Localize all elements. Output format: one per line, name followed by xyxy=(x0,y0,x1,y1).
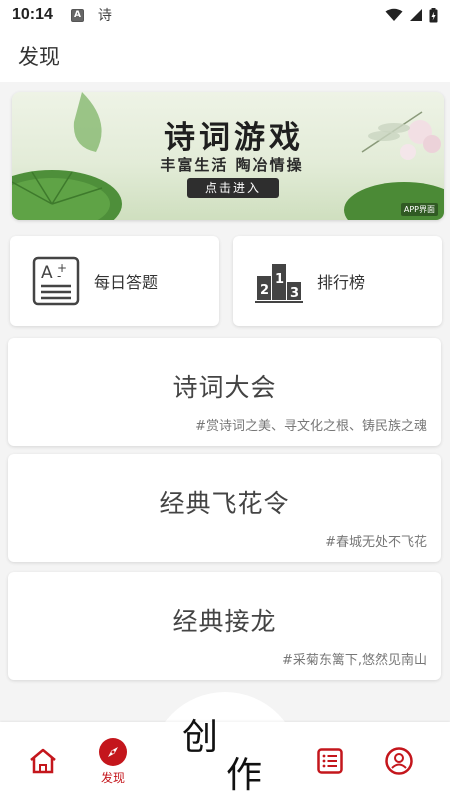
notification-poem-icon: 诗 xyxy=(97,8,112,24)
create-char-2: 作 xyxy=(226,755,263,796)
leaderboard-label: 排行榜 xyxy=(317,273,366,292)
status-time: 10:14 xyxy=(12,6,53,23)
page-title: 发现 xyxy=(18,45,60,69)
svg-text:1: 1 xyxy=(275,272,284,287)
create-char-1: 创 xyxy=(182,717,219,758)
profile-icon xyxy=(385,747,413,775)
svg-text:3: 3 xyxy=(290,286,299,301)
status-bar: 10:14 A 诗 xyxy=(0,0,450,30)
nav-home[interactable] xyxy=(13,722,73,800)
poem-relay-card[interactable]: 经典接龙 #采菊东篱下,悠然见南山 xyxy=(8,572,441,680)
card-tag: #采菊东篱下,悠然见南山 xyxy=(281,653,427,668)
quiz-icon: A + - xyxy=(32,256,80,306)
card-tag: #春城无处不飞花 xyxy=(325,535,427,550)
create-button[interactable]: 创 作 xyxy=(180,708,270,796)
svg-text:A: A xyxy=(41,263,53,283)
svg-text:-: - xyxy=(57,269,61,283)
daily-quiz-label: 每日答题 xyxy=(94,273,159,292)
flying-flower-card[interactable]: 经典飞花令 #春城无处不飞花 xyxy=(8,454,441,562)
banner-subtitle: 丰富生活 陶冶情操 xyxy=(160,156,304,174)
banner-title: 诗词游戏 xyxy=(164,120,304,156)
nav-discover[interactable]: 发现 xyxy=(83,722,143,800)
battery-icon xyxy=(429,7,438,22)
podium-icon: 2 1 3 xyxy=(255,264,303,303)
banner-tag: APP界面 xyxy=(400,203,438,216)
card-tag: #赏诗词之美、寻文化之根、铸民族之魂 xyxy=(195,419,427,434)
nav-list[interactable] xyxy=(300,722,360,800)
compass-icon xyxy=(99,737,127,766)
card-title: 经典飞花令 xyxy=(159,489,290,518)
nav-discover-label: 发现 xyxy=(100,770,125,785)
home-icon xyxy=(30,748,56,774)
svg-text:2: 2 xyxy=(260,283,269,298)
card-title: 经典接龙 xyxy=(172,607,277,636)
signal-icon xyxy=(410,9,422,21)
top-bar: 发现 xyxy=(0,30,450,82)
list-icon xyxy=(317,748,343,774)
poetry-game-banner[interactable]: 诗词游戏 丰富生活 陶冶情操 点击进入 APP界面 xyxy=(12,92,444,220)
notification-app-icon: A xyxy=(70,8,84,22)
daily-quiz-card[interactable]: A + - 每日答题 xyxy=(10,236,219,326)
poetry-conference-card[interactable]: 诗词大会 #赏诗词之美、寻文化之根、铸民族之魂 xyxy=(8,338,441,446)
leaderboard-card[interactable]: 2 1 3 排行榜 xyxy=(233,236,442,326)
status-right-icons xyxy=(385,7,438,23)
nav-profile[interactable] xyxy=(369,722,429,800)
card-title: 诗词大会 xyxy=(172,373,277,402)
banner-enter-button[interactable]: 点击进入 xyxy=(187,178,279,198)
wifi-icon xyxy=(385,8,403,21)
